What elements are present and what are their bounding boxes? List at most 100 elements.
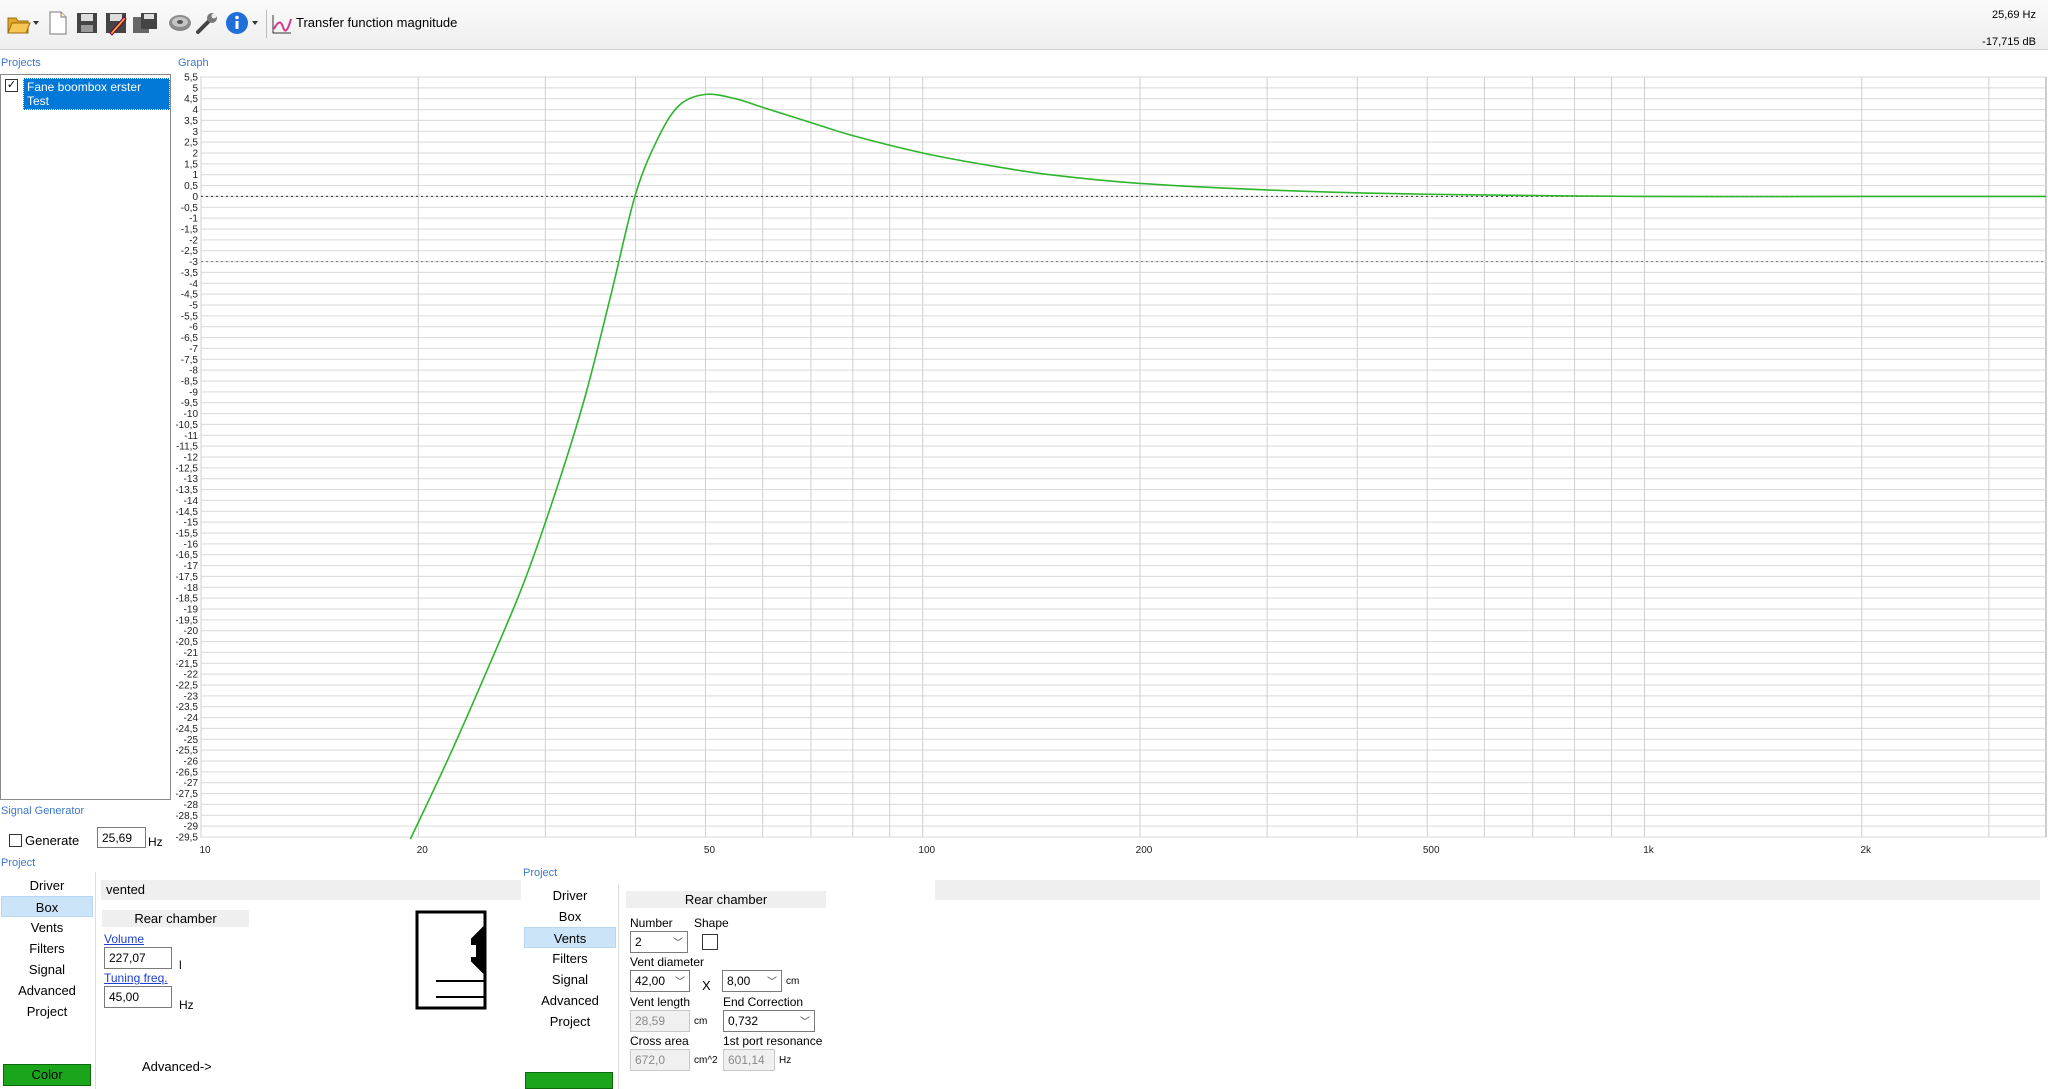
y-tick-label: -15,5	[176, 529, 198, 540]
cross-area-unit: cm^2	[694, 1055, 718, 1066]
y-tick-label: -26	[184, 757, 199, 768]
y-tick-label: 3,5	[184, 116, 198, 127]
vents-nav-driver[interactable]: Driver	[524, 885, 616, 906]
vents-nav-project[interactable]: Project	[524, 1011, 616, 1032]
volume-label[interactable]: Volume	[104, 932, 144, 946]
volume-unit: l	[179, 958, 182, 972]
vents-nav-filters[interactable]: Filters	[524, 948, 616, 969]
y-tick-label: -27,5	[176, 789, 198, 800]
vents-nav-advanced[interactable]: Advanced	[524, 990, 616, 1011]
end-correction-select[interactable]: 0,732 ﹀	[723, 1010, 815, 1032]
graph-type-label[interactable]: Transfer function magnitude	[296, 15, 457, 30]
y-tick-label: -5	[189, 301, 198, 312]
project-checkbox[interactable]: ✓	[5, 79, 18, 92]
number-select[interactable]: 2 ﹀	[630, 931, 688, 953]
end-correction-label: End Correction	[723, 995, 804, 1009]
y-tick-label: -15	[184, 518, 199, 529]
vents-nav-vents[interactable]: Vents	[524, 927, 616, 948]
y-tick-label: -8	[189, 366, 198, 377]
projects-list[interactable]: ✓ Fane boombox erster Test	[0, 74, 171, 800]
generator-frequency-input[interactable]	[97, 827, 146, 848]
y-tick-label: -2	[189, 235, 198, 246]
y-tick-label: -29	[184, 822, 199, 833]
y-tick-label: 4	[192, 105, 198, 116]
shape-label: Shape	[694, 916, 729, 930]
vent-second-dim-select[interactable]: 8,00 ﹀	[722, 970, 782, 992]
vent-length-unit: cm	[694, 1016, 708, 1027]
y-tick-label: -9,5	[181, 398, 199, 409]
advanced-link[interactable]: Advanced->	[142, 1059, 212, 1074]
transfer-function-graph[interactable]: 5,554,543,532,521,510,50-0,5-1-1,5-2-2,5…	[176, 72, 2048, 862]
project-item[interactable]: Fane boombox erster Test	[23, 78, 170, 110]
y-tick-label: 2,5	[184, 138, 198, 149]
tuning-freq-label[interactable]: Tuning freq.	[104, 971, 168, 985]
y-tick-label: -14,5	[176, 507, 198, 518]
y-tick-label: -8,5	[181, 377, 199, 388]
nav-advanced[interactable]: Advanced	[1, 980, 93, 1001]
y-tick-label: -28,5	[176, 811, 198, 822]
cross-area-field: 672,0	[630, 1049, 690, 1071]
new-file-icon[interactable]	[48, 10, 68, 36]
y-tick-label: 2	[192, 149, 198, 160]
vents-nav-signal[interactable]: Signal	[524, 969, 616, 990]
y-tick-label: -19	[184, 605, 199, 616]
x-tick-label: 100	[918, 845, 935, 856]
y-tick-label: 5	[192, 83, 198, 94]
box-type-bar[interactable]: vented	[101, 880, 521, 900]
toolbar: Transfer function magnitude 25,69 Hz -17…	[0, 0, 2048, 50]
y-tick-label: 1,5	[184, 159, 198, 170]
port-resonance-label: 1st port resonance	[723, 1034, 823, 1048]
y-tick-label: -4,5	[181, 290, 199, 301]
vents-chamber-header: Rear chamber	[626, 891, 826, 908]
y-tick-label: -10,5	[176, 420, 198, 431]
y-tick-label: -16	[184, 539, 199, 550]
save-as-icon[interactable]	[104, 10, 128, 36]
nav-signal[interactable]: Signal	[1, 959, 93, 980]
vents-color-button[interactable]	[525, 1072, 613, 1089]
vents-project-label: Project	[523, 867, 558, 879]
y-tick-label: -4	[189, 279, 198, 290]
generate-checkbox[interactable]	[9, 834, 22, 847]
project-nav: Driver Box Vents Filters Signal Advanced…	[1, 875, 93, 1022]
signal-generator-label: Signal Generator	[1, 805, 85, 817]
save-icon[interactable]	[75, 10, 99, 36]
x-tick-label: 2k	[1860, 845, 1872, 856]
info-icon[interactable]	[224, 10, 260, 36]
y-tick-label: 1	[192, 170, 198, 181]
wrench-icon[interactable]	[195, 10, 219, 36]
y-tick-label: -22	[184, 670, 199, 681]
nav-driver[interactable]: Driver	[1, 875, 93, 896]
x-tick-label: 50	[704, 845, 716, 856]
panel-divider	[95, 872, 96, 1089]
vent-length-label: Vent length	[630, 995, 691, 1009]
open-folder-icon[interactable]	[6, 10, 40, 36]
save-all-icon[interactable]	[133, 10, 159, 36]
chart-icon[interactable]	[271, 10, 293, 36]
nav-project[interactable]: Project	[1, 1001, 93, 1022]
color-button[interactable]: Color	[3, 1064, 91, 1086]
cursor-frequency-readout: 25,69 Hz	[1991, 9, 2036, 21]
y-tick-label: -12	[184, 453, 199, 464]
y-tick-label: -17,5	[176, 572, 198, 583]
nav-vents[interactable]: Vents	[1, 917, 93, 938]
nav-box[interactable]: Box	[1, 896, 93, 917]
y-tick-label: -0,5	[181, 203, 199, 214]
cross-area-label: Cross area	[630, 1034, 689, 1048]
vent-diameter-select[interactable]: 42,00 ﹀	[630, 970, 690, 992]
y-tick-label: -13,5	[176, 485, 198, 496]
y-tick-label: -9	[189, 387, 198, 398]
box-diagram	[415, 910, 487, 1010]
y-tick-label: -24	[184, 713, 199, 724]
shape-checkbox[interactable]	[702, 934, 718, 950]
nav-filters[interactable]: Filters	[1, 938, 93, 959]
y-tick-label: -25	[184, 735, 199, 746]
generator-frequency-unit: Hz	[148, 835, 163, 849]
dimension-separator: X	[702, 978, 711, 993]
vents-nav-box[interactable]: Box	[524, 906, 616, 927]
speaker-icon[interactable]	[168, 10, 192, 36]
volume-input[interactable]: 227,07	[104, 947, 172, 969]
tuning-freq-unit: Hz	[179, 998, 194, 1012]
tuning-freq-input[interactable]: 45,00	[104, 986, 172, 1008]
x-tick-label: 500	[1423, 845, 1440, 856]
vents-divider	[618, 885, 619, 1089]
